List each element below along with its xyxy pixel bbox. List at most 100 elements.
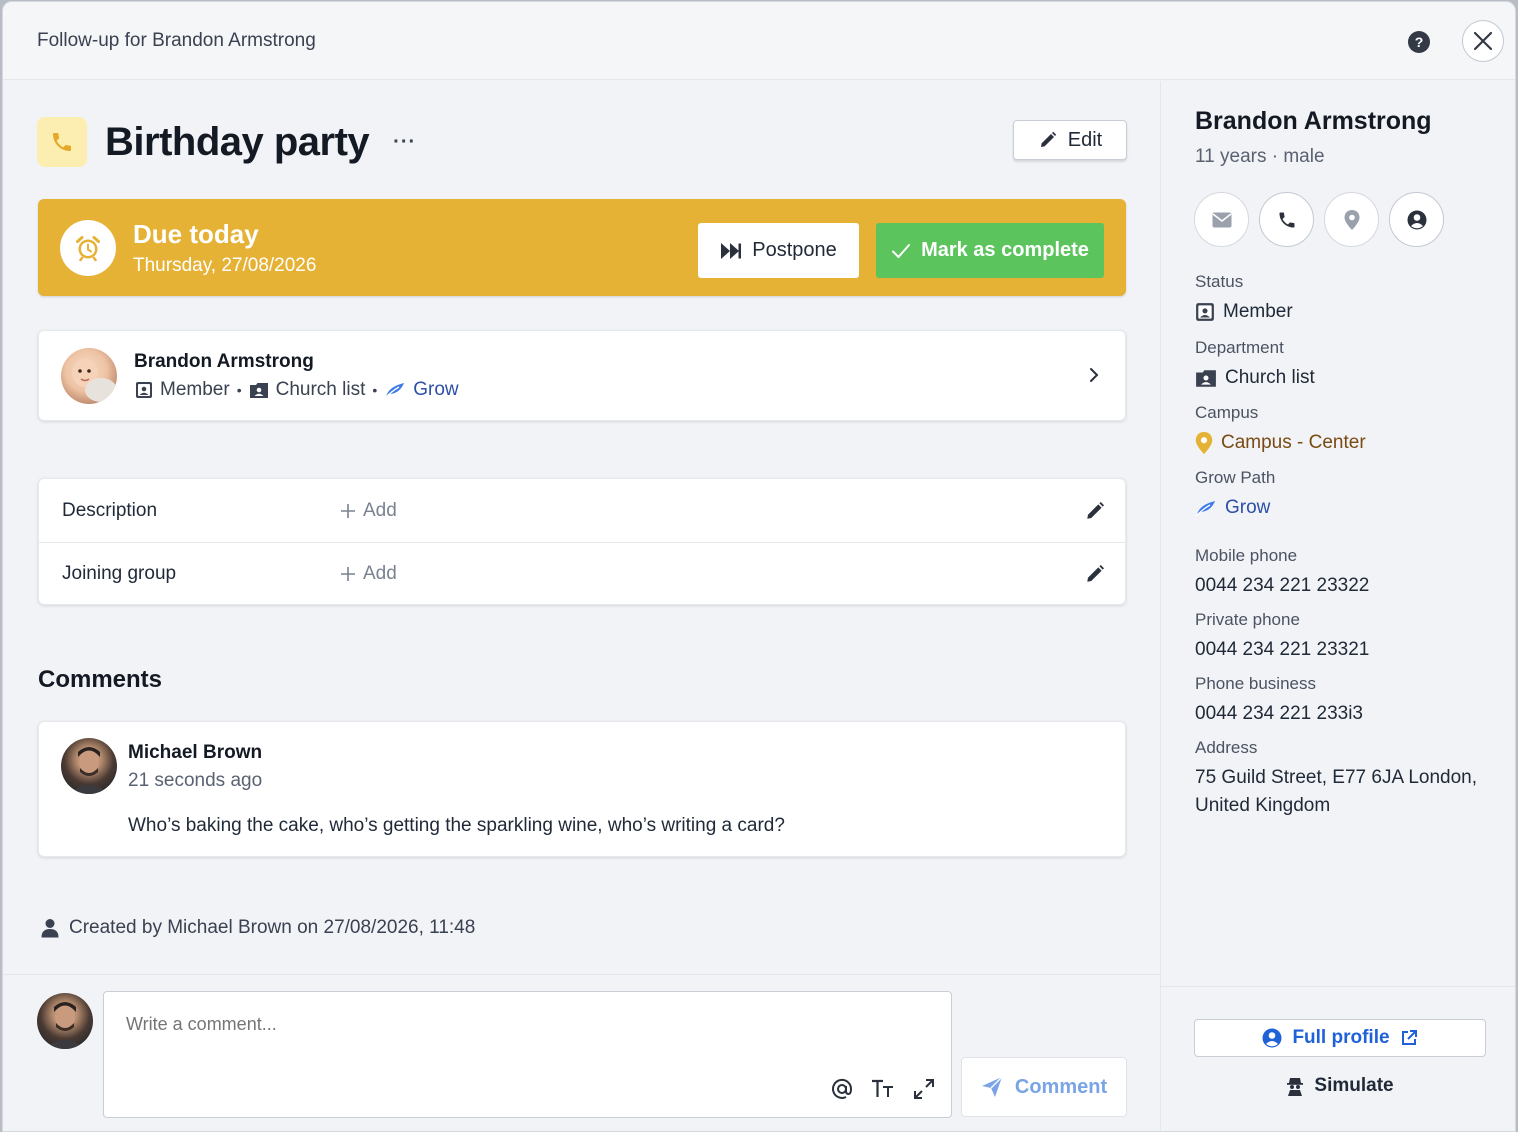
call-button[interactable]: [1259, 192, 1314, 247]
comment-item: Michael Brown 21 seconds ago Who’s bakin…: [38, 721, 1126, 857]
campus-value[interactable]: Campus - Center: [1221, 429, 1366, 457]
edit-button[interactable]: Edit: [1013, 120, 1127, 160]
person-card[interactable]: Brandon Armstrong Member • Church list •: [38, 330, 1126, 421]
separator-dot: •: [236, 382, 242, 398]
task-header: Birthday party ···: [37, 117, 416, 167]
person-name: Brandon Armstrong: [134, 351, 314, 372]
info-value: Church list: [1195, 364, 1315, 392]
phone-icon: [53, 133, 71, 151]
field-label: Description: [62, 499, 158, 521]
info-label: Address: [1195, 738, 1258, 757]
info-label: Phone business: [1195, 674, 1316, 693]
field-label: Joining group: [62, 563, 177, 584]
pencil-icon[interactable]: [1084, 500, 1106, 522]
user-circle-icon: [1262, 1028, 1282, 1048]
info-label: Status: [1195, 272, 1244, 291]
close-button[interactable]: [1462, 20, 1504, 62]
info-label: Private phone: [1195, 610, 1300, 629]
info-business-phone: Phone business 0044 234 221 233i3: [1195, 674, 1363, 728]
info-status: Status Member: [1195, 272, 1293, 326]
add-label: Add: [363, 499, 397, 521]
modal-title: Follow-up for Brandon Armstrong: [37, 29, 316, 51]
more-options-button[interactable]: ···: [393, 131, 416, 154]
info-address: Address 75 Guild Street, E77 6JA London,…: [1195, 738, 1495, 820]
pencil-icon[interactable]: [1084, 563, 1106, 585]
separator-dot: •: [372, 382, 378, 398]
info-private-phone: Private phone 0044 234 221 23321: [1195, 610, 1369, 664]
due-title: Due today: [133, 219, 259, 249]
department-icon: [1196, 370, 1216, 387]
info-value: Member: [1195, 298, 1293, 326]
location-pin-icon: [1195, 432, 1213, 454]
text-format-icon[interactable]: [871, 1078, 895, 1100]
comment-submit-label: Comment: [1014, 1075, 1108, 1098]
mobile-phone-value[interactable]: 0044 234 221 23322: [1195, 572, 1369, 600]
full-profile-button[interactable]: Full profile: [1194, 1019, 1486, 1057]
private-phone-value[interactable]: 0044 234 221 23321: [1195, 636, 1369, 664]
modal-header: Follow-up for Brandon Armstrong ?: [3, 2, 1515, 80]
alarm-clock-icon: [60, 220, 116, 276]
add-description-button[interactable]: Add: [339, 500, 397, 522]
info-grow-path: Grow Path Grow: [1195, 468, 1275, 522]
address-value[interactable]: 75 Guild Street, E77 6JA London, United …: [1195, 764, 1495, 820]
sidebar-age-gender: 11 years · male: [1195, 146, 1325, 167]
department-icon: [249, 383, 268, 398]
edit-button-label: Edit: [1067, 128, 1103, 151]
mark-complete-button[interactable]: Mark as complete: [876, 223, 1104, 278]
location-button[interactable]: [1324, 192, 1379, 247]
simulate-button[interactable]: Simulate: [1194, 1071, 1486, 1101]
add-label: Add: [363, 563, 397, 584]
task-type-badge: [37, 117, 87, 167]
person-status: Member: [160, 379, 230, 400]
comment-input[interactable]: [103, 991, 952, 1118]
task-title: Birthday party: [105, 119, 370, 164]
postpone-button[interactable]: Postpone: [698, 223, 859, 278]
mark-complete-label: Mark as complete: [921, 239, 1089, 261]
comment-submit-button[interactable]: Comment: [961, 1057, 1127, 1117]
pencil-icon: [1040, 131, 1056, 147]
person-meta: Member • Church list • Grow: [135, 379, 459, 401]
grow-leaf-icon: [1195, 501, 1215, 517]
info-label: Campus: [1195, 403, 1259, 422]
info-label: Department: [1195, 338, 1284, 357]
profile-button[interactable]: [1389, 192, 1444, 247]
comment-composer: Comment: [3, 974, 1160, 1131]
fast-forward-icon: [721, 242, 742, 259]
spy-icon: [1287, 1078, 1304, 1096]
person-avatar: [61, 348, 117, 404]
send-icon: [981, 1076, 1003, 1097]
help-icon[interactable]: ?: [1408, 31, 1430, 53]
full-profile-label: Full profile: [1292, 1027, 1390, 1048]
mail-icon: [1212, 212, 1231, 227]
main-panel: Birthday party ··· Edit Due today Thursd…: [3, 81, 1160, 974]
plus-icon: [341, 567, 355, 581]
status-value: Member: [1223, 301, 1293, 322]
member-card-icon: [1196, 303, 1214, 321]
created-by: Created by Michael Brown on 27/08/2026, …: [41, 917, 475, 939]
member-card-icon: [136, 382, 152, 398]
close-icon: [1473, 31, 1493, 51]
info-campus: Campus Campus - Center: [1195, 403, 1366, 457]
comments-heading: Comments: [38, 666, 163, 693]
email-button[interactable]: [1194, 192, 1249, 247]
grow-path-value[interactable]: Grow: [1225, 494, 1270, 522]
comment-author: Michael Brown: [128, 742, 263, 763]
postpone-label: Postpone: [752, 239, 837, 261]
due-banner: Due today Thursday, 27/08/2026 Postpone …: [38, 199, 1126, 296]
person-grow-link[interactable]: Grow: [413, 379, 458, 401]
grow-leaf-icon: [384, 383, 405, 399]
comment-time: 21 seconds ago: [128, 770, 263, 791]
mention-icon[interactable]: [831, 1078, 853, 1100]
user-icon: [41, 919, 59, 938]
info-value: Campus - Center: [1195, 429, 1366, 457]
business-phone-value[interactable]: 0044 234 221 233i3: [1195, 700, 1363, 728]
info-value: Grow: [1195, 494, 1275, 522]
simulate-label: Simulate: [1314, 1075, 1394, 1096]
input-toolbar: [831, 1078, 935, 1100]
info-department: Department Church list: [1195, 338, 1315, 392]
add-joining-group-button[interactable]: Add: [339, 563, 397, 585]
info-label: Grow Path: [1195, 468, 1276, 487]
person-department: Church list: [275, 379, 366, 400]
external-link-icon: [1401, 1030, 1417, 1045]
expand-icon[interactable]: [913, 1078, 935, 1100]
